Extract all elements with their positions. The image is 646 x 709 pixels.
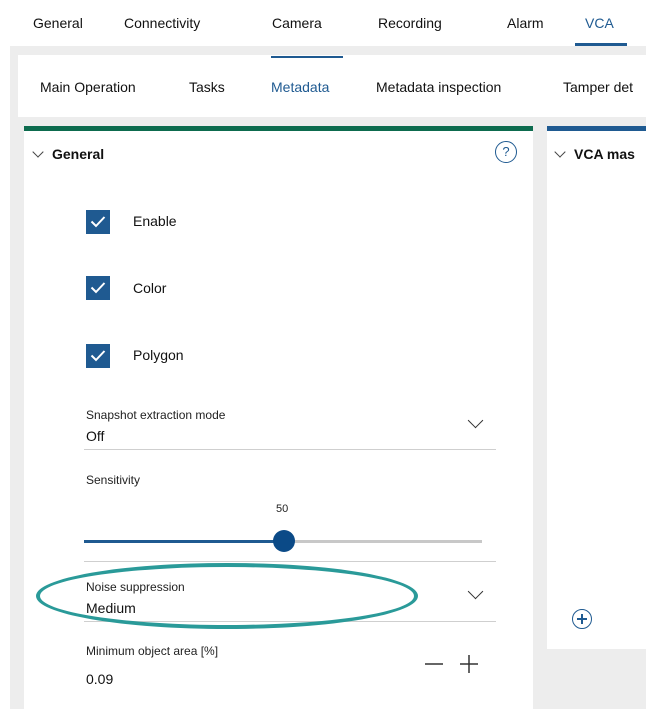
sub-tabs: Main Operation Tasks Metadata Metadata i…: [18, 55, 646, 117]
color-label: Color: [133, 280, 167, 296]
min-object-area-label: Minimum object area [%]: [86, 644, 219, 658]
tab-metadata[interactable]: Metadata: [271, 79, 329, 95]
topnav-connectivity[interactable]: Connectivity: [124, 15, 200, 31]
general-panel-title: General: [52, 146, 105, 162]
color-checkbox[interactable]: [86, 276, 110, 300]
tab-main-operation[interactable]: Main Operation: [40, 79, 136, 95]
topnav-camera[interactable]: Camera: [272, 15, 322, 31]
tab-tamper-detection[interactable]: Tamper det: [563, 79, 633, 95]
topnav-vca[interactable]: VCA: [585, 15, 614, 31]
polygon-checkbox[interactable]: [86, 344, 110, 368]
help-icon[interactable]: ?: [495, 141, 517, 163]
sensitivity-slider-thumb[interactable]: [273, 530, 295, 552]
checkmark-icon: [90, 282, 106, 294]
polygon-label: Polygon: [133, 347, 184, 363]
snapshot-field-underline: [84, 449, 496, 450]
snapshot-extraction-value[interactable]: Off: [86, 428, 104, 444]
highlight-ellipse: [36, 563, 418, 629]
sensitivity-value: 50: [276, 503, 289, 515]
enable-label: Enable: [133, 213, 177, 229]
sensitivity-label: Sensitivity: [86, 473, 141, 487]
topnav-general[interactable]: General: [33, 15, 83, 31]
top-nav: General Connectivity Camera Recording Al…: [0, 0, 646, 46]
min-object-area-value[interactable]: 0.09: [86, 671, 113, 687]
tab-metadata-inspection[interactable]: Metadata inspection: [376, 79, 501, 95]
subtab-active-indicator: [271, 56, 343, 58]
general-panel-accent-bar: [24, 126, 533, 131]
vca-mask-panel: [547, 126, 646, 649]
topnav-alarm[interactable]: Alarm: [507, 15, 544, 31]
sensitivity-divider: [84, 561, 496, 562]
enable-checkbox[interactable]: [86, 210, 110, 234]
increment-plus-icon[interactable]: [459, 654, 479, 674]
topnav-recording[interactable]: Recording: [378, 15, 442, 31]
add-circle-icon[interactable]: [572, 609, 592, 629]
decrement-minus-icon[interactable]: [424, 654, 444, 674]
tab-tasks[interactable]: Tasks: [189, 79, 225, 95]
sensitivity-slider-fill: [84, 540, 284, 543]
snapshot-extraction-label: Snapshot extraction mode: [86, 408, 226, 422]
vca-mask-panel-title: VCA mas: [574, 146, 635, 162]
vca-mask-accent-bar: [547, 126, 646, 131]
checkmark-icon: [90, 350, 106, 362]
checkmark-icon: [90, 216, 106, 228]
